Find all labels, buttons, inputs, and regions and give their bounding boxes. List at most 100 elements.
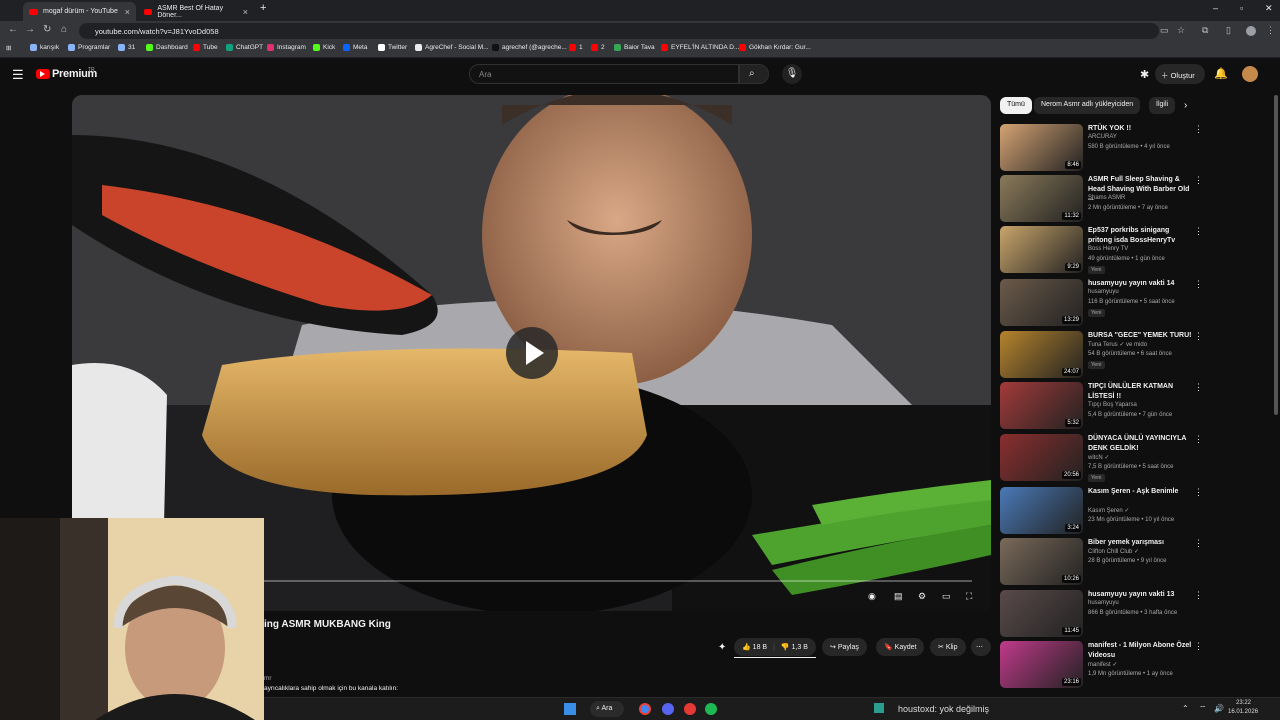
tray-chevron-icon[interactable]: ⌃	[1182, 704, 1189, 713]
video-thumbnail[interactable]: 5:32	[1000, 382, 1083, 429]
tab-close-icon[interactable]: ×	[243, 7, 248, 17]
video-thumbnail[interactable]: 11:45	[1000, 590, 1083, 637]
recommendation-title[interactable]: husamyuyu yayın vakti 13	[1088, 590, 1194, 600]
volume-icon[interactable]: 🔊	[1214, 704, 1224, 713]
more-options-icon[interactable]: ⋮	[1194, 641, 1203, 652]
video-thumbnail[interactable]: 20:56	[1000, 434, 1083, 481]
bookmark-item[interactable]: karışık	[30, 44, 59, 51]
chip-all[interactable]: Tümü	[1000, 97, 1032, 114]
miniplayer-icon[interactable]: ▭	[942, 591, 951, 602]
recommendation-channel[interactable]: Tuna Terus ✓ ve mido	[1088, 341, 1147, 348]
recommendation-item[interactable]: 24:07 BURSA "GECE" YEMEK TURU! Tuna Terus …	[1000, 331, 1240, 379]
recommendation-item[interactable]: 13:29 husamyuyu yayın vakti 14 husamyuyu 11…	[1000, 279, 1240, 327]
bookmark-item[interactable]: 1	[569, 44, 583, 51]
minimize-icon[interactable]: –	[1213, 3, 1218, 13]
forward-icon[interactable]: →	[25, 24, 35, 35]
recommendation-item[interactable]: 5:32 TIPÇI ÜNLÜLER KATMAN LİSTESİ !! Tıpçı…	[1000, 382, 1240, 430]
hamburger-menu-icon[interactable]: ☰	[12, 67, 24, 83]
sparkle-icon[interactable]: ✦	[718, 642, 726, 653]
browser-tab-2[interactable]: ASMR Best Of Hatay Döner... ×	[138, 2, 254, 21]
recommendation-title[interactable]: Kasım Şeren - Aşk Benimle	[1088, 487, 1194, 497]
subtitles-icon[interactable]: ▤	[894, 591, 903, 602]
recommendation-channel[interactable]: husamyuyu	[1088, 289, 1119, 295]
more-options-icon[interactable]: ⋮	[1194, 538, 1203, 549]
bookmark-item[interactable]: Dashboard	[146, 44, 188, 51]
more-options-icon[interactable]: ⋮	[1194, 226, 1203, 237]
recommendation-channel[interactable]: Tıpçı Boş Yaparsa	[1088, 402, 1137, 408]
channel-name[interactable]: mr	[264, 675, 272, 682]
extensions-icon[interactable]: ⧉	[1202, 25, 1208, 36]
browser-tab-1[interactable]: mogaf dürüm - YouTube ×	[23, 2, 136, 21]
like-count[interactable]: 18 B	[753, 644, 767, 651]
bookmark-item[interactable]: Twitter	[378, 44, 407, 51]
recommendation-item[interactable]: 10:26 Biber yemek yarışması Clifton Chill …	[1000, 538, 1240, 586]
wifi-icon[interactable]: ⌔	[1199, 704, 1207, 714]
recommendation-channel[interactable]: Boss Henry TV	[1088, 246, 1128, 252]
profile-avatar[interactable]	[1246, 26, 1256, 36]
recommendation-channel[interactable]: ARCURAY	[1088, 134, 1117, 140]
recommendation-title[interactable]: Ep537 porkribs sinigang pritong isda Bos…	[1088, 226, 1194, 245]
create-button[interactable]: ＋ Oluştur	[1155, 64, 1205, 84]
close-window-icon[interactable]: ✕	[1265, 3, 1273, 14]
settings-icon[interactable]: ✱	[1140, 68, 1149, 81]
spotify-icon[interactable]	[705, 703, 717, 715]
video-thumbnail[interactable]: 9:29	[1000, 226, 1083, 273]
address-bar[interactable]: youtube.com/watch?v=J81YvoDd058	[79, 23, 1159, 39]
more-options-icon[interactable]: ⋮	[1194, 590, 1203, 601]
share-button[interactable]: ↪ Paylaş	[822, 638, 867, 656]
more-options-icon[interactable]: ⋮	[1194, 331, 1203, 342]
video-thumbnail[interactable]: 11:32	[1000, 175, 1083, 222]
bookmark-item[interactable]: AgreChef - Social M...	[415, 44, 489, 51]
notifications-bell-icon[interactable]: 🔔	[1214, 67, 1228, 80]
tab-close-icon[interactable]: ×	[125, 7, 130, 17]
page-scrollbar[interactable]	[1274, 95, 1278, 415]
video-thumbnail[interactable]: 23:16	[1000, 641, 1083, 688]
fullscreen-icon[interactable]: ⛶	[966, 591, 972, 602]
maximize-icon[interactable]: ▫	[1240, 3, 1243, 13]
recommendation-title[interactable]: BURSA "GECE" YEMEK TURU!	[1088, 331, 1194, 341]
more-options-icon[interactable]: ⋮	[1194, 175, 1203, 186]
recommendation-title[interactable]: Biber yemek yarışması	[1088, 538, 1194, 548]
bookmark-item[interactable]: EYFEL'İN ALTINDA D...	[661, 44, 739, 51]
search-input[interactable]: Ara	[469, 64, 739, 84]
recommendation-item[interactable]: 11:45 husamyuyu yayın vakti 13 husamyuyu 86…	[1000, 590, 1240, 638]
video-thumbnail[interactable]: 13:29	[1000, 279, 1083, 326]
app-icon[interactable]	[684, 703, 696, 715]
recommendation-item[interactable]: 20:56 DÜNYACA ÜNLÜ YAYINCIYLA DENK GELDİK…	[1000, 434, 1240, 482]
install-icon[interactable]: ▭	[1160, 25, 1169, 36]
recommendation-channel[interactable]: Kasım Şeren ✓	[1088, 507, 1129, 514]
more-options-icon[interactable]: ⋮	[1194, 124, 1203, 135]
sidebar-icon[interactable]: ▯	[1226, 25, 1231, 36]
start-icon[interactable]	[564, 703, 576, 715]
apps-icon[interactable]: ⊞	[6, 44, 11, 52]
recommendation-channel[interactable]: husamyuyu	[1088, 600, 1119, 606]
dislike-label[interactable]: 1,3 B	[792, 644, 808, 651]
settings-gear-icon[interactable]: ⚙	[918, 591, 926, 602]
recommendation-item[interactable]: 23:16 manifest - 1 Milyon Abone Özel Vide…	[1000, 641, 1240, 689]
bookmark-item[interactable]: 31	[118, 44, 135, 51]
reload-icon[interactable]: ↻	[43, 24, 51, 35]
bookmark-star-icon[interactable]: ☆	[1177, 25, 1185, 36]
mic-icon[interactable]: 🎙	[782, 64, 802, 84]
search-button[interactable]: ⌕	[739, 64, 769, 84]
recommendation-title[interactable]: DÜNYACA ÜNLÜ YAYINCIYLA DENK GELDİK!	[1088, 434, 1194, 453]
recommendation-title[interactable]: husamyuyu yayın vakti 14	[1088, 279, 1194, 289]
more-options-icon[interactable]: ⋮	[1194, 279, 1203, 290]
video-thumbnail[interactable]: 24:07	[1000, 331, 1083, 378]
avatar[interactable]	[1242, 66, 1258, 82]
bookmark-item[interactable]: Tube	[193, 44, 218, 51]
autoplay-toggle-icon[interactable]: ◉	[868, 591, 876, 602]
clock-time[interactable]: 23:22	[1236, 700, 1251, 706]
discord-icon[interactable]	[662, 703, 674, 715]
bookmark-item[interactable]: Programlar	[68, 44, 110, 51]
like-icon[interactable]: 👍	[742, 643, 751, 651]
recommendation-item[interactable]: 8:46 RTÜK YOK !! ARCURAY 580 B görüntüleme …	[1000, 124, 1240, 172]
menu-kebab-icon[interactable]: ⋮	[1266, 25, 1275, 36]
clock-date[interactable]: 16.01.2026	[1228, 709, 1258, 715]
taskbar-search[interactable]: ⌕ Ara	[590, 701, 624, 717]
recommendation-item[interactable]: 11:32 ASMR Full Sleep Shaving & Head Shav…	[1000, 175, 1240, 223]
recommendation-item[interactable]: 3:24 Kasım Şeren - Aşk Benimle Kasım Şeren…	[1000, 487, 1240, 535]
more-options-icon[interactable]: ⋮	[1194, 382, 1203, 393]
recommendation-title[interactable]: RTÜK YOK !!	[1088, 124, 1194, 134]
bookmark-item[interactable]: Gökhan Kırdar: Gur...	[739, 44, 811, 51]
